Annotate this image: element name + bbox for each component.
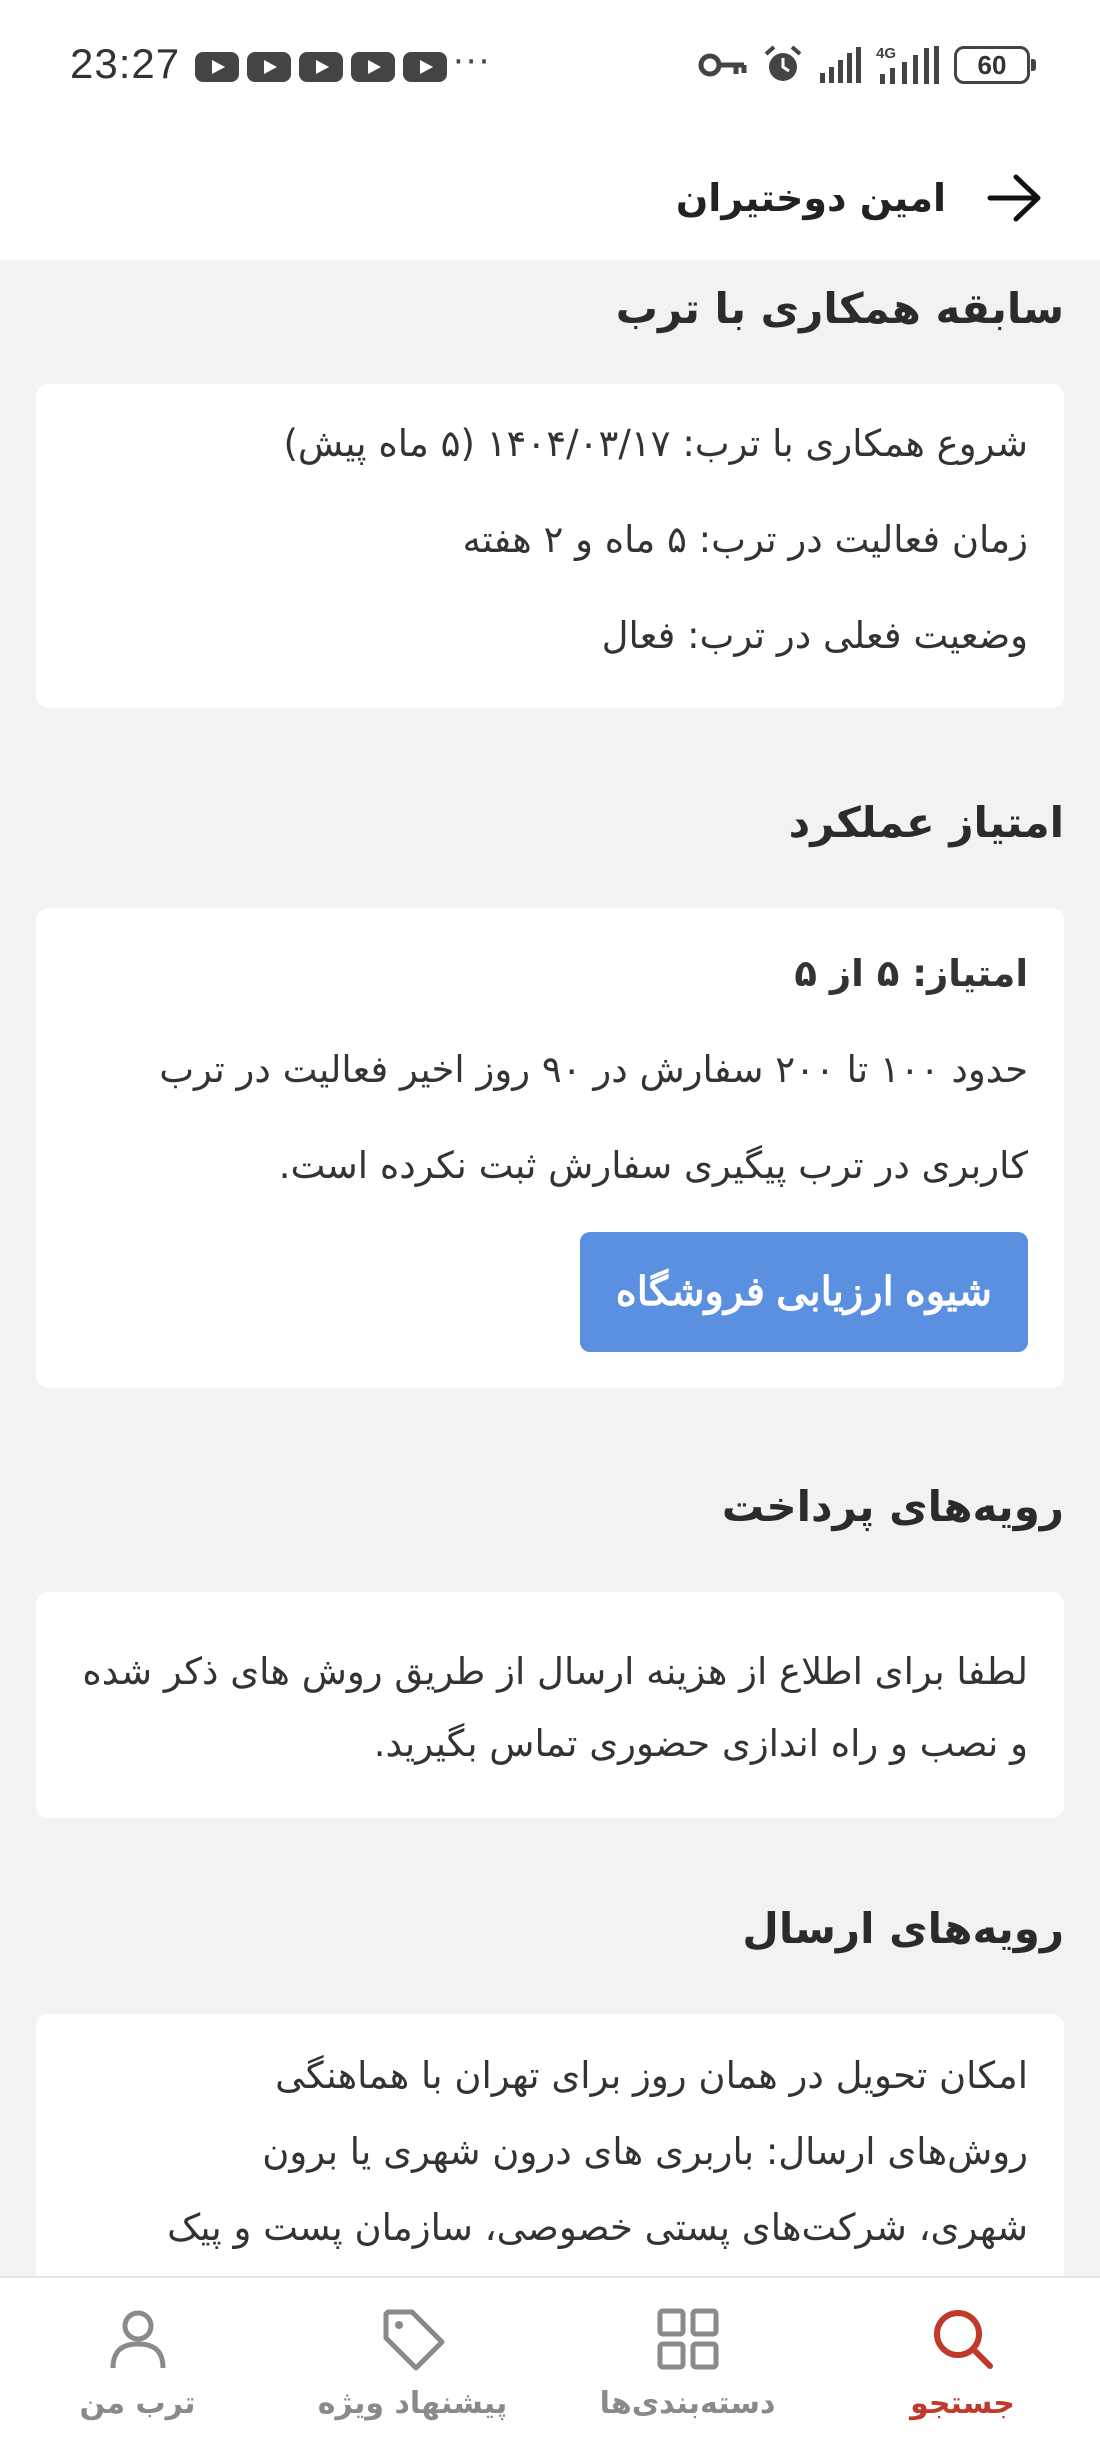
history-duration-line: زمان فعالیت در ترب: ۵ ماه و ۲ هفته	[462, 518, 1028, 561]
youtube-icon	[195, 52, 239, 82]
tag-icon	[383, 2309, 444, 2371]
history-section-title: سابقه همکاری با ترب	[615, 284, 1064, 333]
performance-tracking: کاربری در ترب پیگیری سفارش ثبت نکرده است…	[278, 1144, 1028, 1187]
system-icons: 4G 60	[698, 44, 1036, 86]
bottom-navigation: جستجو دسته‌بندی‌ها پیشنهاد ویژه ترب من	[0, 2276, 1100, 2442]
shipping-card: امکان تحویل در همان روز برای تهران با هم…	[36, 2014, 1064, 2306]
payment-section-title: رویه‌های پرداخت	[721, 1482, 1064, 1531]
main-content: سابقه همکاری با ترب شروع همکاری با ترب: …	[36, 260, 1064, 2306]
grid-icon	[657, 2308, 718, 2370]
nav-label-search: جستجو	[910, 2386, 1015, 2421]
performance-section-title: امتیاز عملکرد	[788, 798, 1064, 847]
signal-icon	[820, 47, 861, 83]
shipping-line-1: امکان تحویل در همان روز برای تهران با هم…	[275, 2054, 1028, 2097]
user-icon	[110, 2310, 165, 2369]
alarm-icon	[764, 45, 802, 81]
shipping-line-3: شهری، شرکت‌های پستی خصوصی، سازمان پست و …	[167, 2206, 1028, 2249]
history-status-line: وضعیت فعلی در ترب: فعال	[601, 614, 1028, 657]
performance-score: امتیاز: ۵ از ۵	[794, 952, 1028, 995]
youtube-icon	[403, 52, 447, 82]
nav-label-special-offers: پیشنهاد ویژه	[317, 2386, 508, 2421]
payment-card: لطفا برای اطلاع از هزینه ارسال از طریق ر…	[36, 1592, 1064, 1818]
nav-item-search[interactable]: جستجو	[825, 2278, 1100, 2442]
4g-signal-icon: 4G	[876, 45, 939, 84]
performance-card: امتیاز: ۵ از ۵ حدود ۱۰۰ تا ۲۰۰ سفارش در …	[36, 908, 1064, 1388]
history-card: شروع همکاری با ترب: ۱۴۰۴/۰۳/۱۷ (۵ ماه پی…	[36, 384, 1064, 708]
key-icon	[698, 53, 747, 77]
search-icon	[933, 2310, 993, 2369]
status-bar: 23:27 ··· 4G 60	[0, 0, 1100, 135]
nav-label-categories: دسته‌بندی‌ها	[599, 2386, 776, 2421]
nav-item-my-torob[interactable]: ترب من	[0, 2278, 275, 2442]
shipping-line-2: روش‌های ارسال: باربری های درون شهری یا ب…	[262, 2130, 1028, 2173]
youtube-icon	[299, 52, 343, 82]
nav-item-special-offers[interactable]: پیشنهاد ویژه	[275, 2278, 550, 2442]
more-notifications-icon: ···	[453, 42, 492, 82]
back-button[interactable]	[970, 153, 1060, 243]
nav-item-categories[interactable]: دسته‌بندی‌ها	[550, 2278, 825, 2442]
store-evaluation-button[interactable]: شیوه ارزیابی فروشگاه	[579, 1232, 1028, 1352]
page-title: امین دوختیران	[675, 175, 946, 220]
youtube-icon	[247, 52, 291, 82]
payment-text: لطفا برای اطلاع از هزینه ارسال از طریق ر…	[82, 1650, 1028, 1765]
history-start-line: شروع همکاری با ترب: ۱۴۰۴/۰۳/۱۷ (۵ ماه پی…	[283, 422, 1028, 465]
notification-icons	[195, 52, 447, 82]
performance-orders: حدود ۱۰۰ تا ۲۰۰ سفارش در ۹۰ روز اخیر فعا…	[159, 1048, 1028, 1091]
arrow-right-icon	[987, 174, 1041, 221]
nav-label-my-torob: ترب من	[79, 2386, 196, 2421]
battery-icon: 60	[954, 46, 1036, 84]
top-bar: امین دوختیران	[0, 135, 1100, 260]
youtube-icon	[351, 52, 395, 82]
status-time: 23:27	[70, 40, 181, 87]
shipping-section-title: رویه‌های ارسال	[742, 1904, 1064, 1953]
svg-text:4G: 4G	[876, 45, 896, 62]
